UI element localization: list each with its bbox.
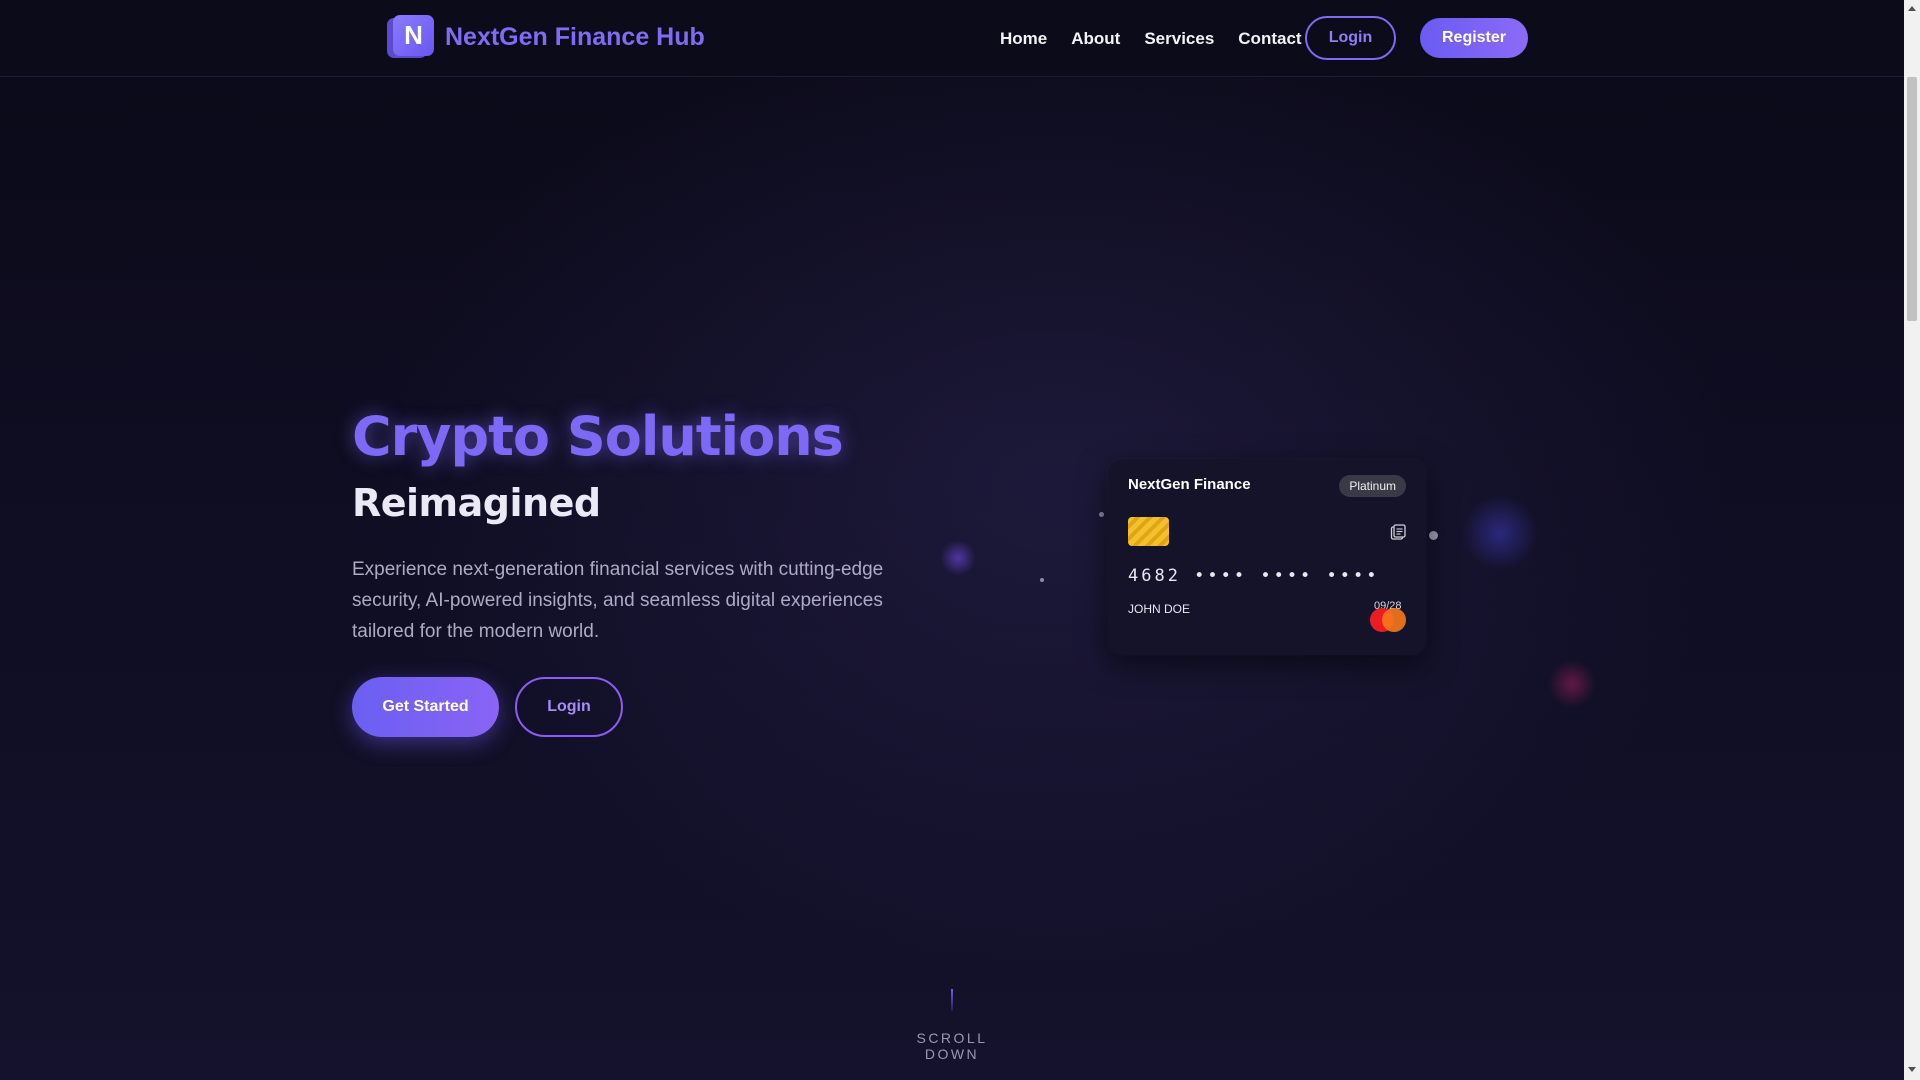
page-scrollbar[interactable] — [1904, 0, 1920, 1080]
contactless-icon — [1390, 524, 1406, 540]
nav-login-button[interactable]: Login — [1305, 16, 1396, 60]
mastercard-orange-circle — [1382, 608, 1406, 632]
brand-logo-icon: N — [387, 15, 437, 59]
mastercard-logo-icon — [1370, 608, 1408, 634]
scrollbar-thumb[interactable] — [1907, 77, 1917, 321]
floating-dot — [1099, 512, 1104, 517]
hero-subtitle: Reimagined — [352, 481, 601, 525]
brand-logo-link[interactable]: N NextGen Finance Hub — [387, 14, 705, 60]
scroll-down-arrow-icon[interactable] — [1908, 1067, 1916, 1072]
card-holder-name: JOHN DOE — [1128, 602, 1191, 616]
card-chip-icon — [1128, 517, 1169, 546]
hero-login-button[interactable]: Login — [515, 677, 623, 737]
brand-name: NextGen Finance Hub — [445, 22, 705, 51]
floating-dot — [1429, 531, 1438, 540]
nav-link-about[interactable]: About — [1071, 29, 1120, 49]
hero-description: Experience next-generation financial ser… — [352, 559, 884, 642]
nav-link-home[interactable]: Home — [1000, 29, 1047, 49]
glow-orb-blue — [1462, 495, 1538, 571]
get-started-button[interactable]: Get Started — [352, 677, 499, 737]
glow-orb-pink — [1548, 660, 1596, 708]
hero-title: Crypto Solutions — [352, 405, 844, 468]
glow-orb-purple — [940, 540, 976, 576]
card-bank-name: NextGen Finance — [1128, 476, 1251, 493]
scroll-indicator-line — [951, 989, 953, 1011]
credit-card-preview: NextGen Finance Platinum 4682 •••• •••• … — [1108, 459, 1426, 655]
nav-register-button[interactable]: Register — [1420, 18, 1528, 58]
nav-link-contact[interactable]: Contact — [1238, 29, 1301, 49]
landing-page: N NextGen Finance Hub Home About Service… — [0, 0, 1920, 1080]
scroll-down-link[interactable]: SCROLL DOWN — [892, 1030, 1012, 1062]
nav-links: Home About Services Contact — [1000, 24, 1302, 54]
card-number: 4682 •••• •••• •••• — [1128, 566, 1380, 586]
scroll-up-arrow-icon[interactable] — [1908, 6, 1916, 11]
card-tier-badge: Platinum — [1339, 475, 1406, 497]
top-navbar: N NextGen Finance Hub Home About Service… — [0, 0, 1904, 77]
brand-logo-letter: N — [393, 15, 434, 56]
floating-dot — [1040, 578, 1044, 582]
nav-link-services[interactable]: Services — [1144, 29, 1214, 49]
